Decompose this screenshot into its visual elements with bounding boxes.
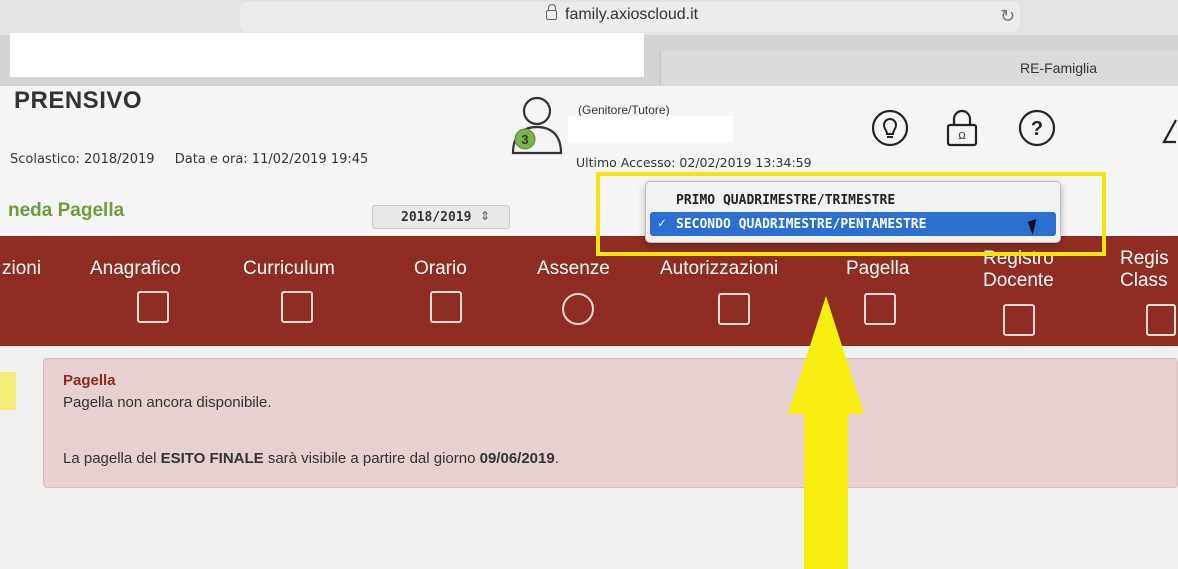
- grades-grid-icon[interactable]: [864, 293, 896, 325]
- calendar-check-icon[interactable]: [718, 293, 750, 325]
- lightbulb-icon[interactable]: [870, 108, 910, 148]
- tab-label[interactable]: RE-Famiglia: [1020, 60, 1097, 76]
- card-title: Pagella: [63, 372, 116, 389]
- url-text[interactable]: family.axioscloud.it: [565, 6, 698, 24]
- nav-item-anagrafico[interactable]: Anagrafico: [90, 258, 181, 280]
- user-avatar-icon[interactable]: 3: [505, 95, 565, 157]
- nav-item-assenze[interactable]: Assenze: [537, 258, 610, 280]
- document-icon[interactable]: [281, 291, 313, 323]
- school-name: PRENSIVO: [14, 87, 143, 114]
- user-role: (Genitore/Tutore): [578, 103, 670, 117]
- reload-icon[interactable]: ↻: [1000, 6, 1015, 27]
- lock-icon: [546, 4, 557, 20]
- nav-item-autorizzazioni[interactable]: Autorizzazioni: [660, 258, 778, 280]
- last-access: Ultimo Accesso: 02/02/2019 13:34:59: [576, 155, 812, 170]
- smiley-icon[interactable]: [562, 293, 594, 325]
- book-icon[interactable]: [1146, 304, 1176, 336]
- book-icon[interactable]: [1003, 304, 1035, 336]
- calendar-clock-icon[interactable]: [430, 291, 462, 323]
- nav-item-orario[interactable]: Orario: [414, 258, 467, 280]
- nav-item-curriculum[interactable]: Curriculum: [243, 258, 335, 280]
- current-datetime: Data e ora: 11/02/2019 19:45: [174, 152, 369, 167]
- pagella-notice-card: [43, 358, 1178, 488]
- svg-text:Ω: Ω: [958, 131, 966, 142]
- annotation-highlight-box: [596, 172, 1106, 256]
- annotation-arrow-head: [788, 296, 864, 414]
- help-icon[interactable]: ?: [1017, 108, 1057, 148]
- redacted-area: [10, 33, 644, 77]
- form-icon[interactable]: [137, 291, 169, 323]
- session-info: Scolastico: 2018/2019 Data e ora: 11/02/…: [10, 152, 384, 167]
- nav-item-comunicazioni[interactable]: zioni: [2, 258, 41, 280]
- avatar-badge: 3: [521, 132, 528, 147]
- padlock-icon[interactable]: Ω: [942, 108, 982, 148]
- bell-icon[interactable]: [1160, 108, 1178, 148]
- card-subtitle: Pagella non ancora disponibile.: [63, 394, 272, 411]
- select-caret-icon: ⇕: [480, 209, 491, 223]
- nav-item-registro-classe[interactable]: Regis Class: [1120, 248, 1169, 292]
- annotation-arrow-shaft: [804, 412, 848, 569]
- tab-re-famiglia[interactable]: [660, 50, 1178, 86]
- nav-item-pagella[interactable]: Pagella: [846, 258, 909, 280]
- sidebar-marker: [0, 372, 16, 410]
- school-year: Scolastico: 2018/2019: [10, 152, 155, 167]
- redacted-user-name: [568, 116, 733, 142]
- page-title: neda Pagella: [8, 200, 125, 221]
- svg-text:?: ?: [1031, 118, 1043, 140]
- card-message: La pagella del ESITO FINALE sarà visibil…: [63, 450, 559, 467]
